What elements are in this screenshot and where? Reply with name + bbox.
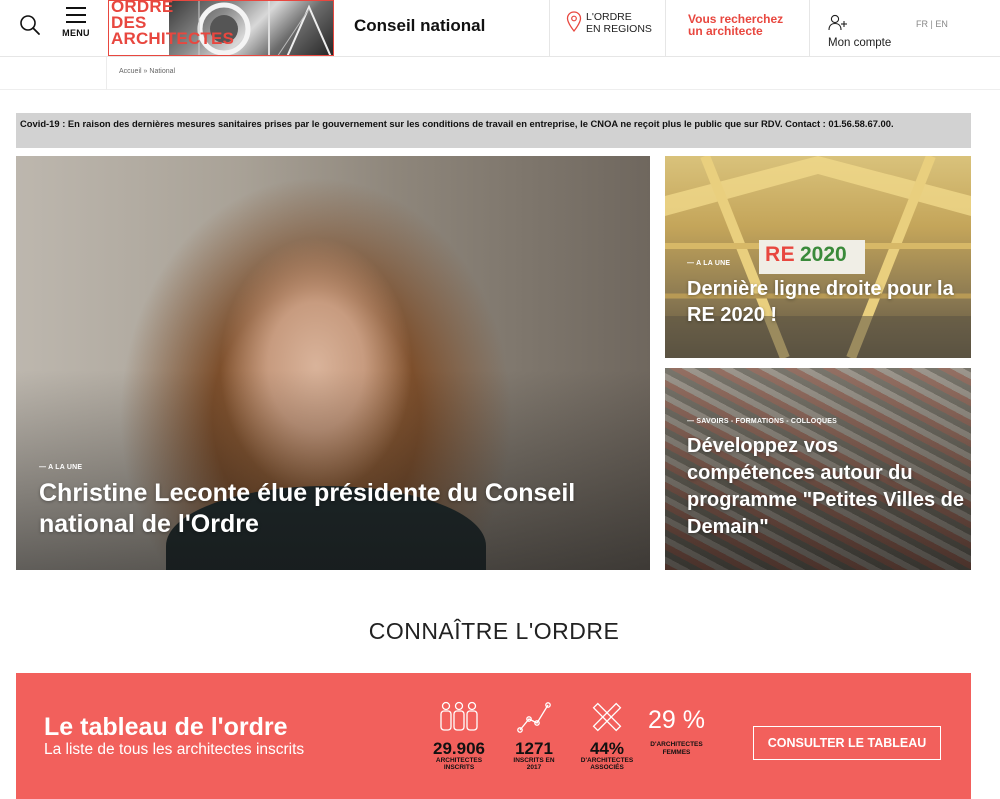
lang-fr[interactable]: FR [916, 19, 928, 29]
header-divider [549, 0, 550, 56]
hamburger-icon [66, 4, 86, 23]
logo-text: ORDRE DES ARCHITECTES [111, 0, 235, 48]
pvd-article-card[interactable]: — SAVOIRS - FORMATIONS - COLLOQUES Dével… [665, 368, 971, 570]
tableau-subheading: La liste de tous les architectes inscrit… [44, 741, 305, 758]
stat-associates: 44% D'ARCHITECTES ASSOCIÉS [572, 701, 642, 771]
regions-label: L'ORDRE EN REGIONS [586, 11, 652, 35]
account-label: Mon compte [828, 37, 892, 49]
re2020-badge: RE 2020 [759, 240, 865, 274]
tableau-heading: Le tableau de l'ordre [44, 713, 288, 741]
add-user-icon [828, 14, 847, 31]
people-icon [440, 701, 478, 731]
breadcrumb-bar: Accueil » National [0, 57, 1000, 90]
lang-en[interactable]: EN [935, 19, 948, 29]
trend-line-icon [517, 702, 551, 733]
header-divider [665, 0, 666, 56]
breadcrumb-home[interactable]: Accueil [119, 68, 142, 75]
breadcrumb: Accueil » National [119, 68, 175, 75]
header-divider [809, 0, 810, 56]
regions-link[interactable]: L'ORDRE EN REGIONS [566, 11, 652, 35]
lang-separator: | [930, 19, 933, 29]
account-link[interactable]: Mon compte [828, 14, 891, 49]
menu-label: MENU [62, 28, 90, 38]
article-title: Christine Leconte élue présidente du Con… [39, 479, 576, 538]
article-kicker: — A LA UNE [687, 260, 731, 267]
featured-article-card[interactable]: — A LA UNE Christine Leconte élue présid… [16, 156, 650, 570]
find-architect-link[interactable]: Vous recherchez un architecte [688, 13, 783, 37]
section-title: CONNAÎTRE L'ORDRE [368, 618, 620, 644]
breadcrumb-current: National [149, 68, 176, 75]
menu-button[interactable]: MENU [58, 4, 94, 44]
article-title: Développez vos compétences autour du pro… [687, 435, 965, 538]
article-kicker: — SAVOIRS - FORMATIONS - COLLOQUES [687, 418, 838, 425]
card-shade [16, 370, 650, 570]
breadcrumb-divider [106, 57, 107, 90]
re2020-article-card[interactable]: RE 2020 — A LA UNE Dernière ligne droite… [665, 156, 971, 358]
stat-women: 29 % D'ARCHITECTES FEMMES [648, 706, 705, 756]
site-logo[interactable]: ORDRE DES ARCHITECTES [108, 0, 334, 56]
stat-new-members: 1271 INSCRITS EN 2017 [504, 701, 564, 771]
search-icon[interactable] [18, 13, 44, 39]
breadcrumb-separator: » [143, 68, 148, 75]
article-kicker: — A LA UNE [39, 464, 83, 471]
map-pin-icon [566, 11, 582, 33]
language-switcher: FR | EN [916, 19, 948, 29]
covid-notice: Covid-19 : En raison des dernières mesur… [16, 113, 971, 148]
site-title: Conseil national [354, 16, 486, 35]
consult-tableau-button[interactable]: CONSULTER LE TABLEAU [753, 726, 941, 760]
tools-icon [592, 702, 622, 732]
tableau-band: Le tableau de l'ordre La liste de tous l… [16, 673, 971, 799]
stat-architects: 29.906 ARCHITECTES INSCRITS [424, 701, 494, 771]
site-header: MENU ORDRE DES ARCHITECTES Conseil natio… [0, 0, 1000, 57]
article-title: Dernière ligne droite pour la RE 2020 ! [687, 278, 954, 326]
